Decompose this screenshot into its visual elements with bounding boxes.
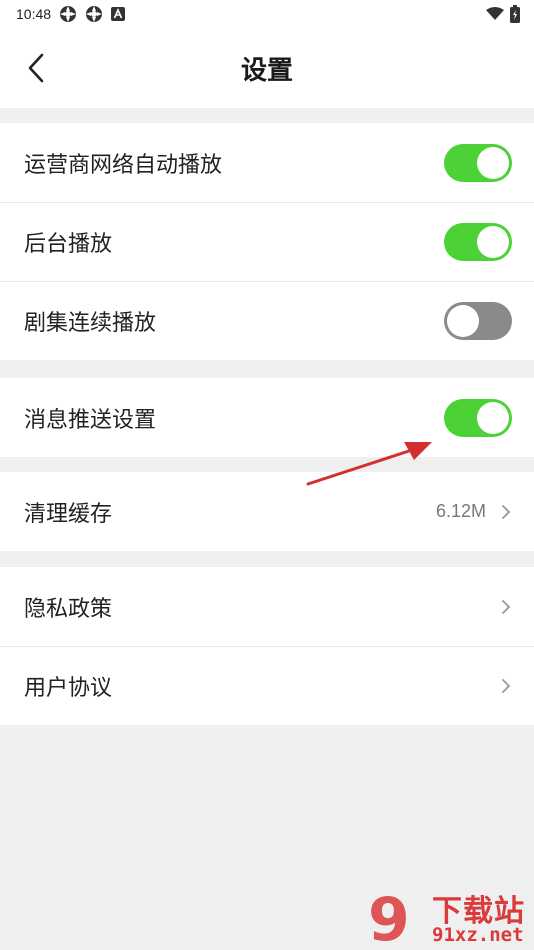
sync-icon — [86, 6, 103, 22]
background-play-toggle[interactable] — [444, 222, 512, 261]
settings-group-playback: 运营商网络自动播放 后台播放 剧集连续播放 — [0, 123, 534, 360]
watermark: 9 下载站 91xz.net — [360, 884, 534, 950]
setting-label: 运营商网络自动播放 — [24, 152, 223, 178]
status-left: 10:48 — [16, 5, 126, 23]
toggle-knob — [477, 146, 509, 179]
settings-group-notifications: 消息推送设置 — [0, 378, 534, 457]
annotation-arrow-icon — [306, 442, 432, 486]
mobile-autoplay-toggle[interactable] — [444, 143, 512, 182]
setting-row-user-agreement[interactable]: 用户协议 — [0, 646, 534, 725]
chevron-right-icon — [502, 599, 511, 614]
push-notifications-toggle[interactable] — [444, 398, 512, 437]
setting-row-push-notifications[interactable]: 消息推送设置 — [0, 378, 534, 457]
chevron-right-icon — [502, 504, 511, 519]
toggle-knob — [477, 401, 509, 434]
setting-label: 消息推送设置 — [24, 407, 157, 433]
back-button[interactable] — [18, 50, 54, 86]
setting-row-continuous-play[interactable]: 剧集连续播放 — [0, 281, 534, 360]
page-title: 设置 — [240, 55, 293, 86]
setting-label: 隐私政策 — [24, 596, 113, 622]
chevron-left-icon — [28, 53, 44, 83]
setting-label: 用户协议 — [24, 675, 113, 701]
settings-group-legal: 隐私政策 用户协议 — [0, 567, 534, 725]
setting-label: 后台播放 — [24, 231, 113, 257]
app-header: 设置 — [0, 28, 534, 108]
wifi-icon — [486, 7, 504, 20]
watermark-logo: 9 — [368, 885, 410, 950]
toggle-knob — [447, 304, 479, 337]
setting-row-mobile-autoplay[interactable]: 运营商网络自动播放 — [0, 123, 534, 202]
continuous-play-toggle[interactable] — [444, 301, 512, 340]
battery-icon — [510, 5, 520, 23]
notification-a-icon — [111, 7, 126, 21]
chevron-right-icon — [502, 678, 511, 693]
status-time: 10:48 — [16, 6, 52, 22]
setting-row-privacy-policy[interactable]: 隐私政策 — [0, 567, 534, 646]
settings-group-cache: 清理缓存 6.12M — [0, 472, 534, 551]
sync-icon — [60, 6, 77, 22]
watermark-en: 91xz.net — [432, 924, 524, 946]
setting-label: 剧集连续播放 — [24, 310, 157, 336]
status-right — [486, 5, 520, 23]
setting-row-background-play[interactable]: 后台播放 — [0, 202, 534, 281]
cache-size-value: 6.12M — [435, 501, 486, 521]
setting-label: 清理缓存 — [24, 501, 113, 527]
svg-text:9: 9 — [368, 885, 410, 950]
setting-row-clear-cache[interactable]: 清理缓存 6.12M — [0, 472, 534, 551]
toggle-knob — [477, 225, 509, 258]
status-bar: 10:48 — [0, 0, 534, 28]
